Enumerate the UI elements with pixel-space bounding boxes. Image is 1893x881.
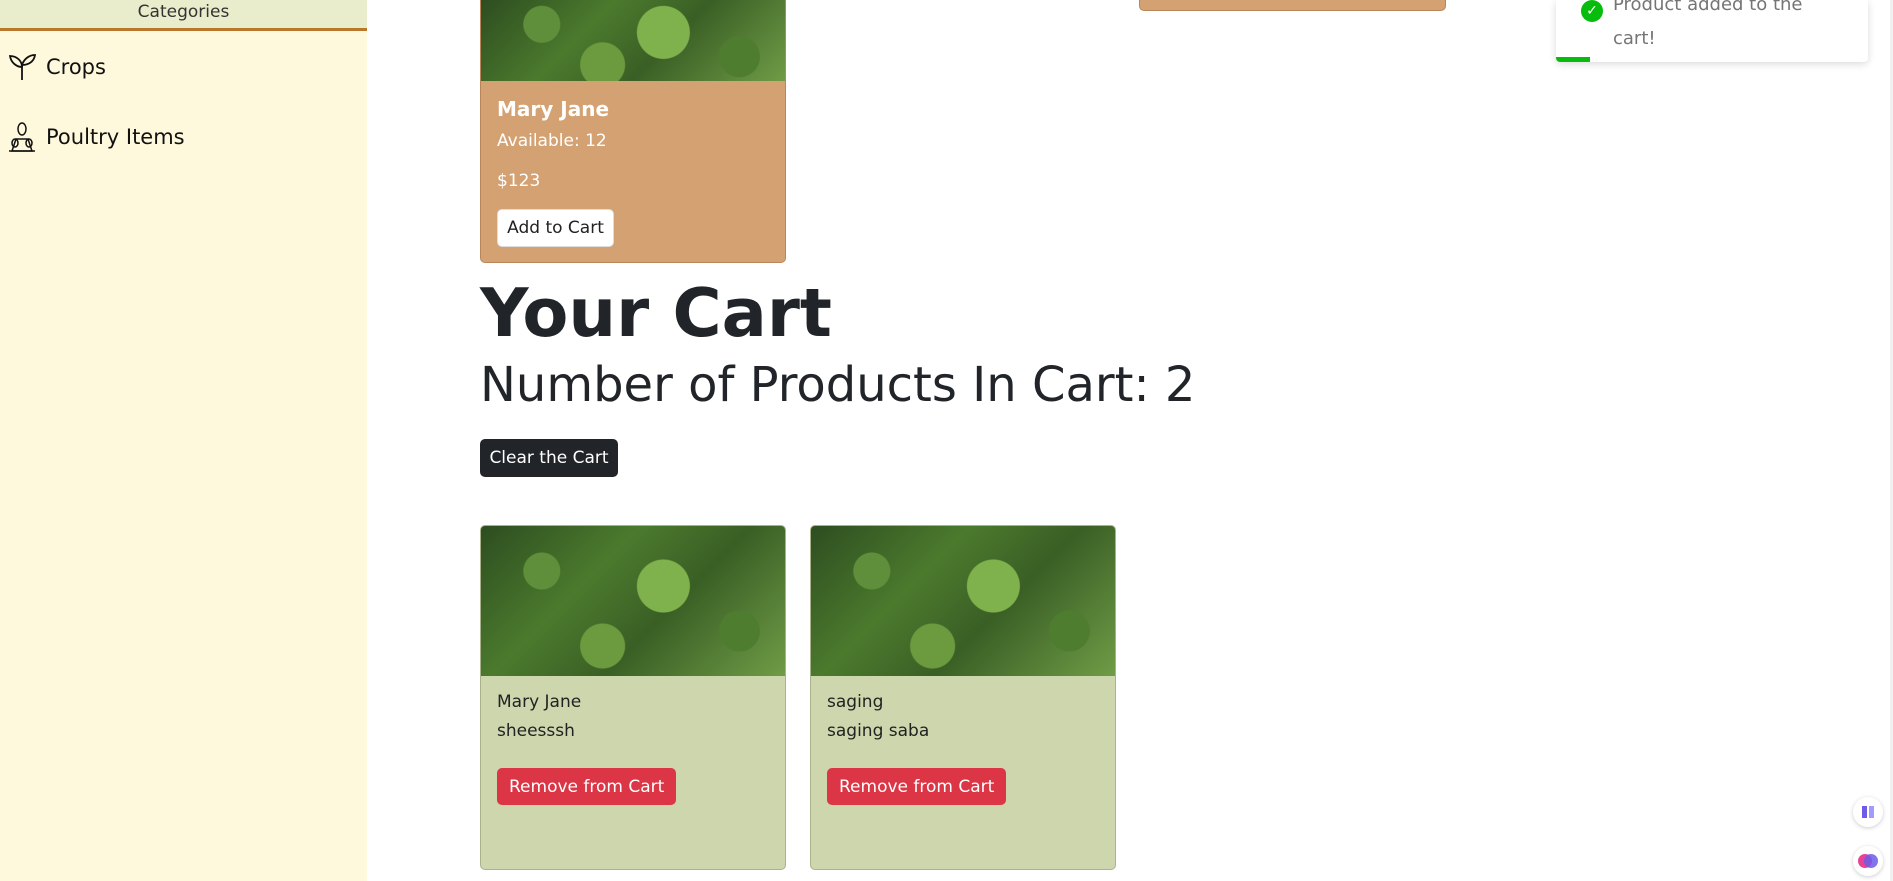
sidebar-header: Categories xyxy=(0,0,367,31)
remove-from-cart-button[interactable]: Remove from Cart xyxy=(827,768,1007,805)
cart-item-image xyxy=(811,526,1115,676)
cart-title: Your Cart xyxy=(480,274,832,352)
brain-icon[interactable] xyxy=(1853,846,1883,876)
cart-item-name: saging xyxy=(827,692,884,712)
cart-item-description: sheesssh xyxy=(497,721,575,741)
cart-item-image xyxy=(481,526,785,676)
poultry-icon xyxy=(6,121,38,153)
remove-from-cart-button[interactable]: Remove from Cart xyxy=(497,768,677,805)
product-image xyxy=(481,0,785,81)
product-availability: Available: 12 xyxy=(497,131,607,151)
product-price: $123 xyxy=(497,171,541,191)
toast-notification[interactable]: ✓ Product added to the cart! xyxy=(1556,0,1868,62)
cart-item-description: saging saba xyxy=(827,721,930,741)
product-name: Mary Jane xyxy=(497,97,610,121)
toast-message: Product added to the cart! xyxy=(1613,0,1803,49)
add-to-cart-button[interactable]: Add to Cart xyxy=(497,209,614,247)
sprout-icon xyxy=(6,51,38,83)
cart-item-card: Mary Jane sheesssh Remove from Cart xyxy=(480,525,786,870)
cart-item-name: Mary Jane xyxy=(497,692,582,712)
sidebar-item-crops[interactable]: Crops xyxy=(0,47,106,87)
toast-progress-bar xyxy=(1556,57,1591,62)
check-circle-icon: ✓ xyxy=(1581,0,1603,22)
product-card-partial xyxy=(1139,0,1446,11)
sidebar-item-label: Poultry Items xyxy=(46,125,185,149)
sidebar-item-poultry-items[interactable]: Poultry Items xyxy=(0,117,185,157)
clear-cart-button[interactable]: Clear the Cart xyxy=(480,439,618,477)
book-icon[interactable] xyxy=(1853,797,1883,827)
cart-count: Number of Products In Cart: 2 xyxy=(480,357,1196,413)
sidebar: Categories Crops Poultry Items xyxy=(0,0,367,881)
sidebar-item-label: Crops xyxy=(46,55,106,79)
cart-item-card: saging saging saba Remove from Cart xyxy=(810,525,1116,870)
product-card: Mary Jane Available: 12 $123 Add to Cart xyxy=(480,0,786,263)
